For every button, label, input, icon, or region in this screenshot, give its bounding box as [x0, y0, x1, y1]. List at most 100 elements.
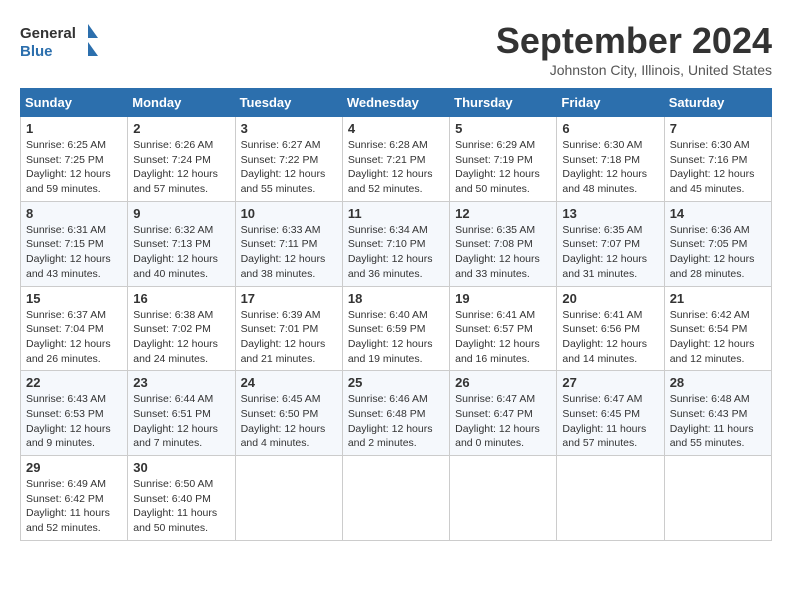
calendar-cell: 27 Sunrise: 6:47 AM Sunset: 6:45 PM Dayl…	[557, 371, 664, 456]
day-number: 3	[241, 121, 337, 136]
day-info: Sunrise: 6:41 AM Sunset: 6:57 PM Dayligh…	[455, 308, 551, 367]
logo-svg: General Blue	[20, 20, 100, 64]
logo: General Blue	[20, 20, 100, 64]
day-number: 14	[670, 206, 766, 221]
day-number: 4	[348, 121, 444, 136]
calendar-cell	[450, 456, 557, 541]
calendar-cell: 22 Sunrise: 6:43 AM Sunset: 6:53 PM Dayl…	[21, 371, 128, 456]
month-title: September 2024	[496, 20, 772, 62]
day-number: 18	[348, 291, 444, 306]
week-row-1: 1 Sunrise: 6:25 AM Sunset: 7:25 PM Dayli…	[21, 117, 772, 202]
day-info: Sunrise: 6:30 AM Sunset: 7:18 PM Dayligh…	[562, 138, 658, 197]
day-info: Sunrise: 6:42 AM Sunset: 6:54 PM Dayligh…	[670, 308, 766, 367]
calendar-cell: 8 Sunrise: 6:31 AM Sunset: 7:15 PM Dayli…	[21, 201, 128, 286]
day-number: 12	[455, 206, 551, 221]
day-info: Sunrise: 6:25 AM Sunset: 7:25 PM Dayligh…	[26, 138, 122, 197]
week-row-5: 29 Sunrise: 6:49 AM Sunset: 6:42 PM Dayl…	[21, 456, 772, 541]
calendar-cell: 18 Sunrise: 6:40 AM Sunset: 6:59 PM Dayl…	[342, 286, 449, 371]
calendar-cell	[557, 456, 664, 541]
calendar-cell	[664, 456, 771, 541]
calendar-cell: 15 Sunrise: 6:37 AM Sunset: 7:04 PM Dayl…	[21, 286, 128, 371]
svg-text:Blue: Blue	[20, 43, 53, 60]
day-info: Sunrise: 6:31 AM Sunset: 7:15 PM Dayligh…	[26, 223, 122, 282]
calendar-cell	[342, 456, 449, 541]
day-info: Sunrise: 6:44 AM Sunset: 6:51 PM Dayligh…	[133, 392, 229, 451]
day-info: Sunrise: 6:39 AM Sunset: 7:01 PM Dayligh…	[241, 308, 337, 367]
calendar-cell: 6 Sunrise: 6:30 AM Sunset: 7:18 PM Dayli…	[557, 117, 664, 202]
col-sunday: Sunday	[21, 89, 128, 117]
calendar-cell: 26 Sunrise: 6:47 AM Sunset: 6:47 PM Dayl…	[450, 371, 557, 456]
day-info: Sunrise: 6:36 AM Sunset: 7:05 PM Dayligh…	[670, 223, 766, 282]
day-number: 20	[562, 291, 658, 306]
title-area: September 2024 Johnston City, Illinois, …	[496, 20, 772, 78]
calendar-cell: 11 Sunrise: 6:34 AM Sunset: 7:10 PM Dayl…	[342, 201, 449, 286]
day-info: Sunrise: 6:34 AM Sunset: 7:10 PM Dayligh…	[348, 223, 444, 282]
day-number: 27	[562, 375, 658, 390]
calendar-cell: 5 Sunrise: 6:29 AM Sunset: 7:19 PM Dayli…	[450, 117, 557, 202]
calendar-cell: 28 Sunrise: 6:48 AM Sunset: 6:43 PM Dayl…	[664, 371, 771, 456]
col-monday: Monday	[128, 89, 235, 117]
day-number: 1	[26, 121, 122, 136]
day-number: 22	[26, 375, 122, 390]
calendar-cell: 13 Sunrise: 6:35 AM Sunset: 7:07 PM Dayl…	[557, 201, 664, 286]
day-info: Sunrise: 6:37 AM Sunset: 7:04 PM Dayligh…	[26, 308, 122, 367]
day-number: 30	[133, 460, 229, 475]
day-info: Sunrise: 6:41 AM Sunset: 6:56 PM Dayligh…	[562, 308, 658, 367]
day-number: 10	[241, 206, 337, 221]
day-info: Sunrise: 6:26 AM Sunset: 7:24 PM Dayligh…	[133, 138, 229, 197]
day-number: 17	[241, 291, 337, 306]
day-number: 9	[133, 206, 229, 221]
day-info: Sunrise: 6:32 AM Sunset: 7:13 PM Dayligh…	[133, 223, 229, 282]
day-info: Sunrise: 6:30 AM Sunset: 7:16 PM Dayligh…	[670, 138, 766, 197]
calendar-cell: 10 Sunrise: 6:33 AM Sunset: 7:11 PM Dayl…	[235, 201, 342, 286]
day-info: Sunrise: 6:27 AM Sunset: 7:22 PM Dayligh…	[241, 138, 337, 197]
day-info: Sunrise: 6:45 AM Sunset: 6:50 PM Dayligh…	[241, 392, 337, 451]
calendar-cell: 23 Sunrise: 6:44 AM Sunset: 6:51 PM Dayl…	[128, 371, 235, 456]
calendar-cell: 7 Sunrise: 6:30 AM Sunset: 7:16 PM Dayli…	[664, 117, 771, 202]
day-info: Sunrise: 6:48 AM Sunset: 6:43 PM Dayligh…	[670, 392, 766, 451]
calendar-cell: 29 Sunrise: 6:49 AM Sunset: 6:42 PM Dayl…	[21, 456, 128, 541]
calendar-cell: 25 Sunrise: 6:46 AM Sunset: 6:48 PM Dayl…	[342, 371, 449, 456]
day-number: 19	[455, 291, 551, 306]
day-info: Sunrise: 6:35 AM Sunset: 7:07 PM Dayligh…	[562, 223, 658, 282]
calendar-cell: 4 Sunrise: 6:28 AM Sunset: 7:21 PM Dayli…	[342, 117, 449, 202]
calendar-cell: 14 Sunrise: 6:36 AM Sunset: 7:05 PM Dayl…	[664, 201, 771, 286]
calendar-cell: 20 Sunrise: 6:41 AM Sunset: 6:56 PM Dayl…	[557, 286, 664, 371]
day-number: 16	[133, 291, 229, 306]
col-wednesday: Wednesday	[342, 89, 449, 117]
day-number: 29	[26, 460, 122, 475]
calendar-body: 1 Sunrise: 6:25 AM Sunset: 7:25 PM Dayli…	[21, 117, 772, 541]
day-info: Sunrise: 6:47 AM Sunset: 6:45 PM Dayligh…	[562, 392, 658, 451]
day-info: Sunrise: 6:46 AM Sunset: 6:48 PM Dayligh…	[348, 392, 444, 451]
calendar-cell: 21 Sunrise: 6:42 AM Sunset: 6:54 PM Dayl…	[664, 286, 771, 371]
day-info: Sunrise: 6:40 AM Sunset: 6:59 PM Dayligh…	[348, 308, 444, 367]
day-number: 7	[670, 121, 766, 136]
page-header: General Blue September 2024 Johnston Cit…	[20, 20, 772, 78]
week-row-2: 8 Sunrise: 6:31 AM Sunset: 7:15 PM Dayli…	[21, 201, 772, 286]
svg-text:General: General	[20, 25, 76, 42]
calendar-cell: 24 Sunrise: 6:45 AM Sunset: 6:50 PM Dayl…	[235, 371, 342, 456]
day-number: 5	[455, 121, 551, 136]
day-number: 26	[455, 375, 551, 390]
calendar-cell: 9 Sunrise: 6:32 AM Sunset: 7:13 PM Dayli…	[128, 201, 235, 286]
calendar-cell: 19 Sunrise: 6:41 AM Sunset: 6:57 PM Dayl…	[450, 286, 557, 371]
day-number: 2	[133, 121, 229, 136]
day-number: 13	[562, 206, 658, 221]
day-number: 21	[670, 291, 766, 306]
day-info: Sunrise: 6:47 AM Sunset: 6:47 PM Dayligh…	[455, 392, 551, 451]
day-info: Sunrise: 6:35 AM Sunset: 7:08 PM Dayligh…	[455, 223, 551, 282]
calendar-table: Sunday Monday Tuesday Wednesday Thursday…	[20, 88, 772, 541]
day-info: Sunrise: 6:38 AM Sunset: 7:02 PM Dayligh…	[133, 308, 229, 367]
calendar-cell: 12 Sunrise: 6:35 AM Sunset: 7:08 PM Dayl…	[450, 201, 557, 286]
col-tuesday: Tuesday	[235, 89, 342, 117]
day-number: 25	[348, 375, 444, 390]
day-info: Sunrise: 6:49 AM Sunset: 6:42 PM Dayligh…	[26, 477, 122, 536]
day-info: Sunrise: 6:29 AM Sunset: 7:19 PM Dayligh…	[455, 138, 551, 197]
col-friday: Friday	[557, 89, 664, 117]
day-info: Sunrise: 6:28 AM Sunset: 7:21 PM Dayligh…	[348, 138, 444, 197]
day-number: 23	[133, 375, 229, 390]
day-info: Sunrise: 6:43 AM Sunset: 6:53 PM Dayligh…	[26, 392, 122, 451]
header-row: Sunday Monday Tuesday Wednesday Thursday…	[21, 89, 772, 117]
calendar-cell	[235, 456, 342, 541]
day-info: Sunrise: 6:50 AM Sunset: 6:40 PM Dayligh…	[133, 477, 229, 536]
